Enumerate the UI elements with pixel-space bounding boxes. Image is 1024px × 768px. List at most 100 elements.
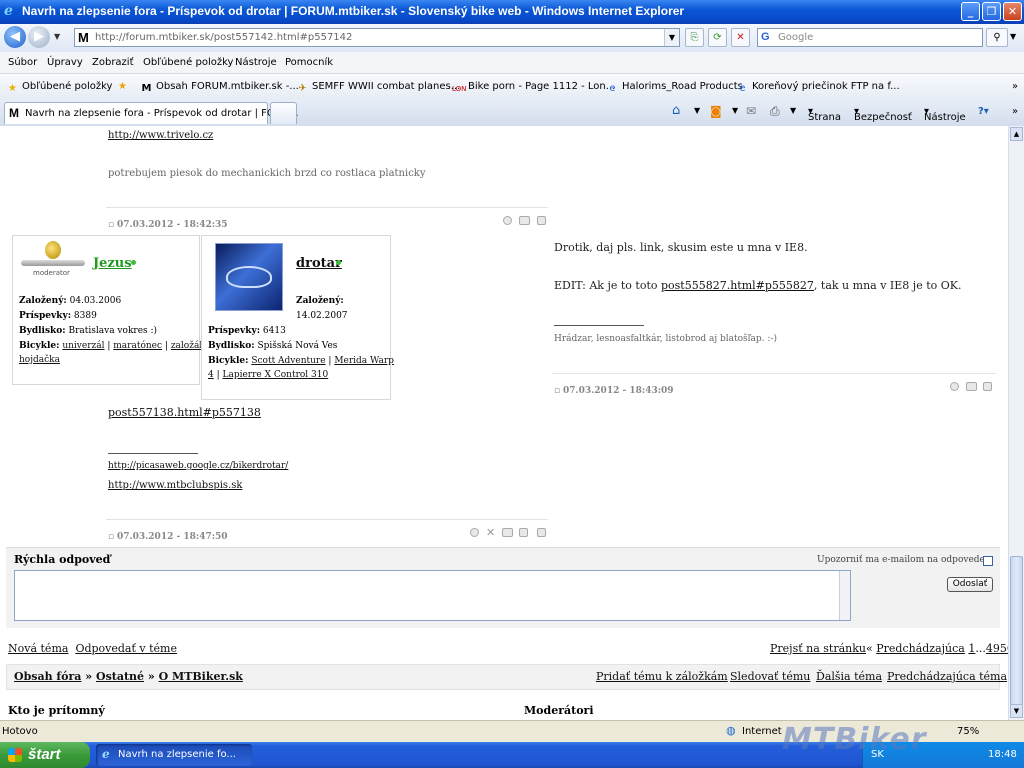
breadcrumb-home[interactable]: Obsah fóra <box>14 670 81 683</box>
tab-title: Navrh na zlepsenie fora - Príspevok od d… <box>25 108 299 119</box>
search-input[interactable]: G Google <box>757 28 983 47</box>
plane-icon: ✈ <box>298 83 307 94</box>
breadcrumb-category[interactable]: Ostatné <box>96 670 144 683</box>
report-icon[interactable] <box>470 528 479 537</box>
close-button[interactable]: ✕ <box>1003 2 1022 21</box>
report-icon[interactable] <box>503 216 512 225</box>
fav-item-bikeporn[interactable]: LON Bike porn - Page 1112 - Lon... <box>452 81 615 97</box>
mail-icon[interactable]: ✉ <box>746 104 756 118</box>
text: , tak u mna v IE8 je to OK. <box>813 279 962 292</box>
menu-help[interactable]: Pomocník <box>285 57 333 68</box>
menu-favorites[interactable]: Obľúbené položky <box>143 57 233 68</box>
url-text: http://forum.mtbiker.sk/post557142.html#… <box>95 32 353 43</box>
menu-view[interactable]: Zobraziť <box>92 57 134 68</box>
tools-menu[interactable]: Nástroje ▾ <box>924 106 966 123</box>
tab-current[interactable]: M Navrh na zlepsenie fora - Príspevok od… <box>4 102 299 124</box>
scroll-up-icon[interactable]: ▲ <box>1010 127 1023 141</box>
search-options-icon[interactable]: ▼ <box>1010 32 1016 41</box>
cmdbar-overflow-icon[interactable]: » <box>1012 106 1018 117</box>
scroll-down-icon[interactable]: ▼ <box>1010 704 1023 718</box>
menu-edit[interactable]: Úpravy <box>47 57 83 68</box>
pm-icon[interactable] <box>502 528 513 537</box>
moderators-heading: Moderátori <box>524 704 594 717</box>
forward-button[interactable]: ▶ <box>28 26 50 48</box>
url-dropdown-icon[interactable]: ▼ <box>664 29 679 46</box>
username-drotar[interactable]: drotar <box>296 256 342 271</box>
prev-page-link[interactable]: Predchádzajúca <box>876 642 965 655</box>
fav-item-ftp[interactable]: e Koreňový priečinok FTP na f... <box>736 81 899 95</box>
post-link[interactable]: post557138.html#p557138 <box>108 406 261 419</box>
maximize-button[interactable]: ❐ <box>982 2 1001 21</box>
back-button[interactable]: ◀ <box>4 26 26 48</box>
fav-item-halorims[interactable]: e Halorims_Road Products <box>606 81 742 95</box>
edit-icon[interactable] <box>519 528 528 537</box>
reply-textarea[interactable] <box>14 570 851 621</box>
new-tab-button[interactable] <box>270 102 297 124</box>
reply-link[interactable]: Odpovedať v téme <box>75 642 177 655</box>
bike-link[interactable]: Merida Warp <box>334 356 394 366</box>
bike-link[interactable]: univerzál <box>62 341 104 351</box>
watch-topic-link[interactable]: Sledovať tému <box>730 670 810 683</box>
vertical-scrollbar[interactable]: ▲ ▼ <box>1008 126 1024 720</box>
stop-icon[interactable]: ✕ <box>731 28 750 47</box>
bike-link[interactable]: maratónec <box>113 341 162 351</box>
refresh-icon[interactable]: ⟳ <box>708 28 727 47</box>
rss-icon[interactable]: ◙ <box>710 104 722 118</box>
page-menu[interactable]: Strana ▾ <box>808 106 841 123</box>
safety-menu[interactable]: Bezpečnosť ▾ <box>854 106 912 123</box>
value: Bratislava vokres :) <box>68 326 158 336</box>
favbar-overflow-icon[interactable]: » <box>1012 81 1018 92</box>
home-icon[interactable]: ⌂ <box>672 103 680 118</box>
post-link[interactable]: post555827.html#p555827 <box>661 279 814 292</box>
taskbar-item-ie[interactable]: e Navrh na zlepsenie fo... <box>96 744 252 766</box>
pagination: Prejsť na stránku« Predchádzajúca 1...49… <box>770 642 1024 655</box>
next-topic-link[interactable]: Ďalšia téma <box>816 670 882 683</box>
goto-page-link[interactable]: Prejsť na stránku <box>770 642 866 655</box>
new-topic-link[interactable]: Nová téma <box>8 642 68 655</box>
quote-icon[interactable] <box>537 528 546 537</box>
pm-icon[interactable] <box>966 382 977 391</box>
search-button[interactable]: ⚲ <box>986 28 1008 47</box>
quote-icon[interactable] <box>983 382 992 391</box>
notify-checkbox[interactable] <box>983 556 993 566</box>
fav-item-obsah[interactable]: M Obsah FORUM.mtbiker.sk -... <box>140 81 299 95</box>
tab-favicon: M <box>9 106 19 120</box>
home-dropdown-icon[interactable]: ▼ <box>694 106 700 115</box>
favorites-button[interactable]: ★ Obľúbené položky <box>6 81 112 95</box>
add-favorite-icon[interactable]: ★ <box>118 81 127 92</box>
bike-link[interactable]: hojdačka <box>19 355 60 365</box>
signature-link-club[interactable]: http://www.mtbclubspis.sk <box>108 480 242 491</box>
url-field[interactable]: M http://forum.mtbiker.sk/post557142.htm… <box>74 28 680 47</box>
minimize-button[interactable]: _ <box>961 2 980 21</box>
send-button[interactable]: Odoslať <box>947 577 993 592</box>
history-dropdown-icon[interactable]: ▼ <box>54 32 60 41</box>
start-button[interactable]: štart <box>0 742 90 768</box>
avatar-drotar[interactable] <box>215 243 283 311</box>
menu-tools[interactable]: Nástroje <box>235 57 277 68</box>
menu-file[interactable]: Súbor <box>8 57 37 68</box>
bike-link[interactable]: 4 <box>208 370 214 380</box>
print-icon[interactable]: ⎙ <box>770 104 780 119</box>
trivelo-link[interactable]: http://www.trivelo.cz <box>108 130 213 141</box>
username-jezus[interactable]: Jezus <box>93 256 132 271</box>
bike-link[interactable]: Lapierre X Control 310 <box>223 370 329 380</box>
pm-icon[interactable] <box>519 216 530 225</box>
help-icon[interactable]: ?▾ <box>978 106 989 117</box>
signature-link-picasa[interactable]: http://picasaweb.google.cz/bikerdrotar/ <box>108 461 288 471</box>
delete-icon[interactable]: ✕ <box>486 526 495 539</box>
bookmark-topic-link[interactable]: Pridať tému k záložkám <box>596 670 728 683</box>
zoom-level[interactable]: 75% <box>957 726 979 737</box>
scroll-thumb[interactable] <box>1010 556 1023 706</box>
compat-view-icon[interactable]: ⎘ <box>685 28 704 47</box>
rss-dropdown-icon[interactable]: ▼ <box>732 106 738 115</box>
breadcrumb-forum[interactable]: O MTBiker.sk <box>159 670 243 683</box>
bike-link[interactable]: založák <box>171 341 205 351</box>
fav-item-semff[interactable]: ✈ SEMFF WWII combat planes... <box>296 81 460 95</box>
report-icon[interactable] <box>950 382 959 391</box>
quote-icon[interactable] <box>537 216 546 225</box>
value: 8389 <box>73 311 97 321</box>
mtbiker-watermark: MTBiker <box>782 722 927 757</box>
print-dropdown-icon[interactable]: ▼ <box>790 106 796 115</box>
bike-link[interactable]: Scott Adventure <box>251 356 325 366</box>
prev-topic-link[interactable]: Predchádzajúca téma <box>887 670 1007 683</box>
